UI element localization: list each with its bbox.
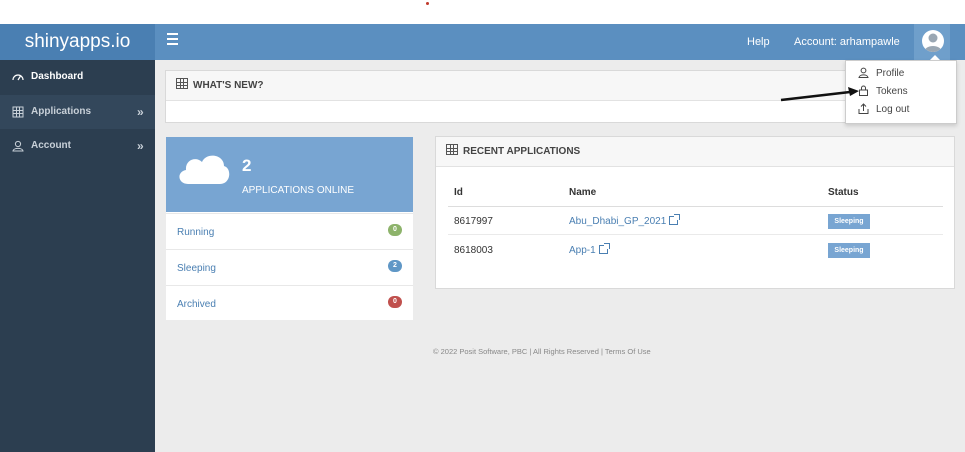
external-link-icon — [598, 243, 610, 254]
status-count-badge: 0 — [388, 224, 402, 236]
top-marker-dot — [426, 2, 429, 5]
menu-item-label: Log out — [876, 104, 910, 115]
annotation-arrow-icon — [780, 87, 859, 102]
sidebar-item-label: Applications — [31, 106, 92, 117]
user-icon — [858, 67, 869, 78]
table-cell-id: 8618003 — [454, 245, 493, 256]
menu-toggle-icon[interactable] — [167, 33, 178, 45]
sidebar-item-dashboard[interactable]: Dashboard — [0, 60, 155, 94]
app-name: App-1 — [569, 245, 596, 256]
column-header-status[interactable]: Status — [828, 187, 859, 198]
status-row-sleeping[interactable]: Sleeping 2 — [166, 249, 413, 285]
table-divider — [448, 234, 943, 235]
recent-applications-panel: RECENT APPLICATIONS Id Name Status 86179… — [435, 136, 955, 289]
brand-logo[interactable]: shinyapps.io — [0, 24, 155, 60]
app-link[interactable]: Abu_Dhabi_GP_2021 — [569, 214, 681, 227]
status-count-badge: 0 — [388, 296, 402, 308]
column-header-name[interactable]: Name — [569, 187, 596, 198]
external-link-icon — [669, 214, 681, 225]
menu-item-label: Profile — [876, 68, 905, 79]
app-link[interactable]: App-1 — [569, 243, 610, 256]
dashboard-icon — [12, 74, 24, 81]
footer-text: © 2022 Posit Software, PBC | All Rights … — [433, 347, 651, 356]
avatar-icon — [922, 30, 944, 52]
status-badge: Sleeping — [828, 214, 870, 229]
column-header-id[interactable]: Id — [454, 187, 463, 198]
grid-icon — [12, 106, 24, 118]
account-link[interactable]: Account: arhampawle — [794, 24, 900, 60]
applications-online-label: APPLICATIONS ONLINE — [242, 185, 355, 196]
status-row-archived[interactable]: Archived 0 — [166, 285, 413, 321]
status-row-label: Running — [177, 227, 215, 238]
recent-applications-header: RECENT APPLICATIONS — [436, 137, 954, 167]
sidebar-item-label: Dashboard — [31, 71, 84, 82]
sidebar-item-label: Account — [31, 140, 71, 151]
status-badge: Sleeping — [828, 243, 870, 258]
status-count-badge: 2 — [388, 260, 402, 272]
applications-online-count: 2 — [242, 156, 252, 175]
whats-new-title: WHAT'S NEW? — [193, 80, 264, 91]
cloud-icon — [179, 155, 230, 184]
menu-item-label: Tokens — [876, 86, 908, 97]
table-divider — [448, 206, 943, 207]
account-dropdown-menu: Profile Tokens Log out — [845, 60, 957, 124]
status-row-label: Archived — [177, 299, 216, 310]
logout-icon — [858, 103, 869, 114]
applications-online-panel: 2 APPLICATIONS ONLINE Running 0 Sleeping… — [166, 137, 413, 320]
help-link[interactable]: Help — [747, 24, 770, 60]
grid-icon — [176, 78, 188, 89]
recent-applications-title: RECENT APPLICATIONS — [463, 146, 581, 157]
status-row-label: Sleeping — [177, 263, 216, 274]
table-cell-id: 8617997 — [454, 216, 493, 227]
sidebar-item-account[interactable]: Account » — [0, 129, 155, 163]
user-icon — [12, 140, 24, 152]
chevron-right-icon: » — [137, 139, 144, 153]
status-row-running[interactable]: Running 0 — [166, 213, 413, 249]
chevron-right-icon: » — [137, 105, 144, 119]
app-name: Abu_Dhabi_GP_2021 — [569, 216, 667, 227]
sidebar: Dashboard Applications » Account » — [0, 60, 155, 452]
grid-icon — [446, 144, 458, 155]
sidebar-item-applications[interactable]: Applications » — [0, 95, 155, 129]
applications-online-summary: 2 APPLICATIONS ONLINE — [166, 137, 413, 212]
